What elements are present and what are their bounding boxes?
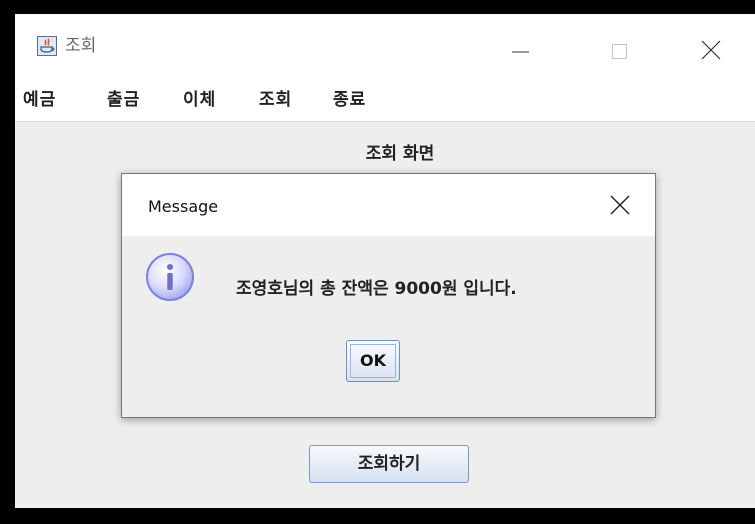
java-app-icon bbox=[37, 36, 57, 56]
dialog-message: 조영호님의 총 잔액은 9000원 입니다. bbox=[236, 279, 517, 299]
menu-item-inquiry[interactable]: 조회 bbox=[259, 88, 292, 112]
menu-item-withdraw[interactable]: 출금 bbox=[107, 88, 140, 112]
dialog-title: Message bbox=[148, 197, 219, 216]
message-dialog: Message 조영호님의 총 잔액은 9000원 입니다. OK bbox=[121, 173, 656, 418]
info-icon bbox=[144, 251, 196, 303]
dialog-close-button[interactable] bbox=[605, 191, 635, 219]
menu-bar: 예금 출금 이체 조회 종료 bbox=[15, 80, 755, 122]
window-title: 조회 bbox=[65, 36, 97, 56]
page-title: 조회 화면 bbox=[365, 144, 435, 164]
close-icon bbox=[610, 195, 630, 215]
lookup-button[interactable]: 조회하기 bbox=[309, 445, 469, 483]
ok-button[interactable]: OK bbox=[346, 340, 400, 382]
window-titlebar[interactable]: 조회 bbox=[15, 14, 755, 80]
ok-button-label: OK bbox=[350, 344, 396, 378]
minimize-icon bbox=[512, 51, 529, 53]
menu-item-exit[interactable]: 종료 bbox=[333, 88, 366, 112]
dialog-titlebar[interactable]: Message bbox=[122, 174, 655, 236]
close-window-button[interactable] bbox=[687, 28, 733, 66]
maximize-button[interactable] bbox=[595, 28, 641, 66]
maximize-icon bbox=[612, 44, 627, 59]
menu-item-transfer[interactable]: 이체 bbox=[183, 88, 216, 112]
menu-item-deposit[interactable]: 예금 bbox=[23, 88, 56, 112]
close-icon bbox=[701, 40, 721, 60]
minimize-button[interactable] bbox=[495, 28, 541, 66]
